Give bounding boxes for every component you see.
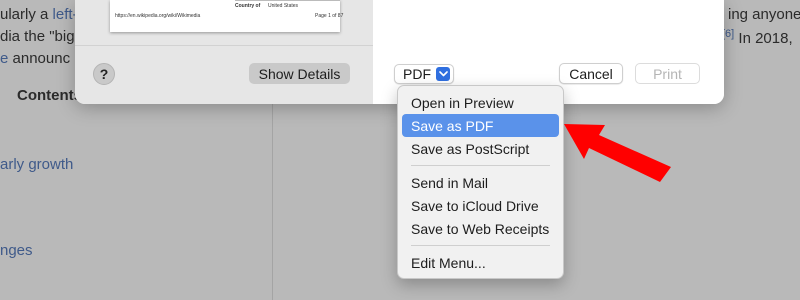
bg-toc-link-changes: nges bbox=[0, 242, 33, 259]
menu-separator bbox=[411, 245, 550, 246]
menu-separator bbox=[411, 165, 550, 166]
bg-text-fragment: ularly a bbox=[0, 6, 53, 23]
menu-item-save-as-postscript[interactable]: Save as PostScript bbox=[402, 137, 559, 160]
menu-item-save-as-pdf[interactable]: Save as PDF bbox=[402, 114, 559, 137]
pdf-menu-button[interactable]: PDF bbox=[394, 64, 454, 84]
menu-item-open-in-preview[interactable]: Open in Preview bbox=[402, 91, 559, 114]
bg-line-3: e announc bbox=[0, 50, 70, 67]
bg-link-left: left- bbox=[52, 6, 78, 23]
bg-sidebar-divider bbox=[272, 95, 273, 300]
bg-text-fragment: In 2018, bbox=[734, 30, 793, 47]
help-icon: ? bbox=[99, 66, 109, 82]
menu-item-edit-menu[interactable]: Edit Menu... bbox=[402, 251, 559, 274]
pdf-dropdown-menu: Open in Preview Save as PDF Save as Post… bbox=[397, 85, 564, 279]
thumb-rule bbox=[235, 0, 340, 1]
menu-item-save-to-web-receipts[interactable]: Save to Web Receipts bbox=[402, 217, 559, 240]
thumb-page-number: Page 1 of 87 bbox=[315, 13, 344, 19]
preview-divider bbox=[75, 45, 373, 46]
thumb-value: United States bbox=[268, 3, 299, 9]
bg-contents-title: Contents bbox=[17, 87, 82, 104]
thumb-url: https://en.wikipedia.org/wiki/Wikimedia bbox=[115, 13, 201, 19]
menu-item-send-in-mail[interactable]: Send in Mail bbox=[402, 171, 559, 194]
bg-text-fragment: announc bbox=[8, 50, 71, 67]
chevron-down-icon bbox=[436, 67, 450, 81]
bg-text-fragment-right: ing anyone t bbox=[728, 6, 800, 23]
cancel-button[interactable]: Cancel bbox=[559, 63, 623, 84]
thumb-label: Country of bbox=[235, 3, 261, 9]
bg-line-2-right: [6] In 2018, bbox=[722, 28, 793, 47]
pdf-menu-button-label: PDF bbox=[403, 66, 431, 82]
bg-toc-link-growth: arly growth bbox=[0, 156, 74, 173]
show-details-button[interactable]: Show Details bbox=[249, 63, 350, 84]
print-button[interactable]: Print bbox=[635, 63, 700, 84]
menu-item-save-to-icloud-drive[interactable]: Save to iCloud Drive bbox=[402, 194, 559, 217]
bg-line-1: ularly a left- bbox=[0, 6, 78, 23]
bg-line-2: dia the "bigg bbox=[0, 28, 83, 45]
page-preview-thumbnail[interactable]: Country of United States https://en.wiki… bbox=[110, 0, 344, 32]
preview-pane: Country of United States https://en.wiki… bbox=[75, 0, 373, 104]
help-button[interactable]: ? bbox=[93, 63, 115, 85]
